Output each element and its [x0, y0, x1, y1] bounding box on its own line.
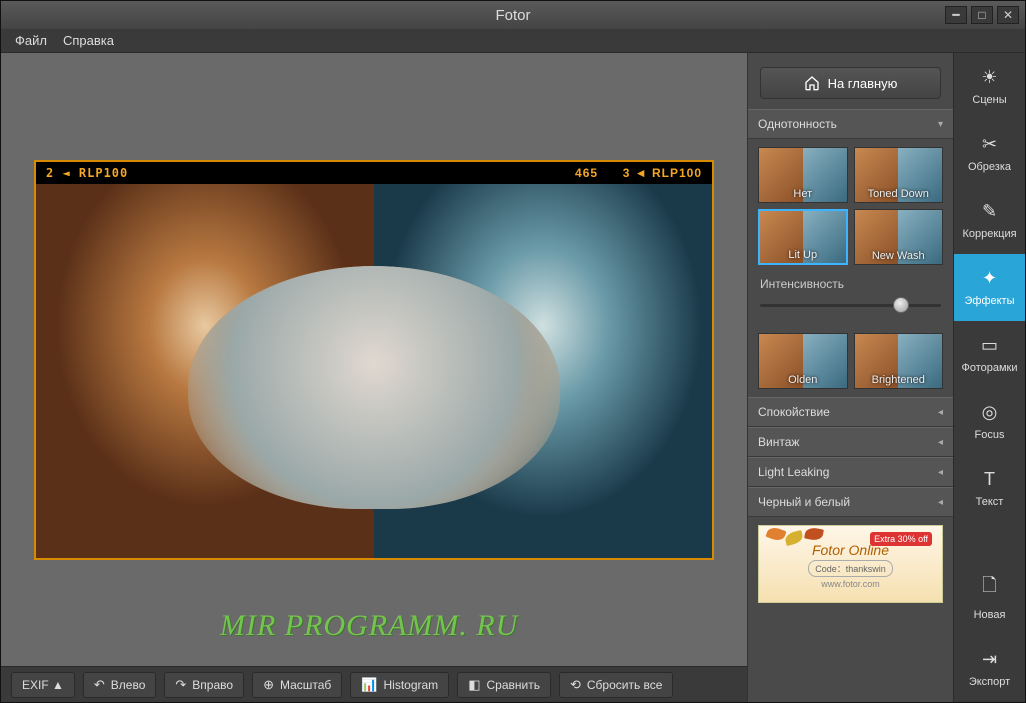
reset-icon: ⟲ — [570, 677, 581, 693]
section-calm[interactable]: Спокойствие◂ — [748, 397, 953, 427]
sparkle-icon: ✦ — [982, 268, 997, 289]
side-rail: ☀Сцены ✂Обрезка ✎Коррекция ✦Эффекты ▭Фот… — [953, 53, 1025, 702]
leaf-icon — [804, 527, 824, 542]
rail-frames[interactable]: ▭Фоторамки — [954, 321, 1025, 388]
zoom-button[interactable]: ⊕Масштаб — [252, 672, 342, 698]
histogram-button[interactable]: 📊Histogram — [350, 672, 449, 698]
close-button[interactable]: ✕ — [997, 6, 1019, 24]
document-icon: 🗋 — [982, 573, 996, 603]
bottom-toolbar: EXIF ▲ ↶Влево ↷Вправо ⊕Масштаб 📊Histogra… — [1, 666, 747, 702]
rail-export[interactable]: ⇥Экспорт — [954, 635, 1025, 702]
rotate-left-icon: ↶ — [94, 677, 105, 693]
exif-button[interactable]: EXIF ▲ — [11, 672, 75, 698]
crop-icon: ✂ — [982, 134, 997, 155]
sun-icon: ☀ — [981, 67, 997, 88]
rail-new[interactable]: 🗋Новая — [954, 559, 1025, 635]
rotate-right-button[interactable]: ↷Вправо — [164, 672, 244, 698]
rail-scenes[interactable]: ☀Сцены — [954, 53, 1025, 120]
rotate-right-icon: ↷ — [175, 677, 186, 693]
film-marker-right: 465 3 ◄ RLP100 — [575, 166, 702, 180]
slider-thumb[interactable] — [893, 297, 909, 313]
promo-url: www.fotor.com — [759, 579, 942, 589]
canvas-view: 2 ◄ RLP100 465 3 ◄ RLP100 — [1, 53, 747, 666]
photo-frame[interactable]: 2 ◄ RLP100 465 3 ◄ RLP100 — [34, 160, 714, 560]
section-bw[interactable]: Черный и белый◂ — [748, 487, 953, 517]
chevron-down-icon: ▾ — [938, 119, 943, 130]
reset-button[interactable]: ⟲Сбросить все — [559, 672, 674, 698]
section-monotone[interactable]: Однотонность▾ — [748, 109, 953, 139]
effect-thumb-toned-down[interactable]: Toned Down — [854, 147, 944, 203]
rail-correction[interactable]: ✎Коррекция — [954, 187, 1025, 254]
intensity-slider[interactable] — [760, 297, 941, 313]
rotate-left-button[interactable]: ↶Влево — [83, 672, 157, 698]
effect-thumb-lit-up[interactable]: Lit Up — [758, 209, 848, 265]
section-vintage[interactable]: Винтаж◂ — [748, 427, 953, 457]
titlebar: Fotor ━ □ ✕ — [1, 1, 1025, 29]
chevron-left-icon: ◂ — [938, 437, 943, 448]
effect-thumb-brightened[interactable]: Brightened — [854, 333, 944, 389]
promo-banner[interactable]: Extra 30% off Fotor Online Code：thankswi… — [758, 525, 943, 603]
menubar: Файл Справка — [1, 29, 1025, 53]
window-title: Fotor — [495, 7, 530, 24]
section-light-leaking[interactable]: Light Leaking◂ — [748, 457, 953, 487]
pencil-icon: ✎ — [982, 201, 997, 222]
compare-button[interactable]: ◧Сравнить — [457, 672, 551, 698]
home-button[interactable]: На главную — [760, 67, 941, 99]
text-icon: T — [984, 469, 995, 490]
home-icon — [804, 75, 820, 91]
effect-thumb-olden[interactable]: Olden — [758, 333, 848, 389]
chevron-left-icon: ◂ — [938, 497, 943, 508]
export-icon: ⇥ — [982, 649, 997, 670]
maximize-button[interactable]: □ — [971, 6, 993, 24]
intensity-label: Интенсивность — [748, 273, 953, 291]
rail-effects[interactable]: ✦Эффекты — [954, 254, 1025, 321]
leaf-icon — [765, 525, 786, 542]
zoom-icon: ⊕ — [263, 677, 274, 693]
film-marker-left: 2 ◄ RLP100 — [46, 166, 128, 180]
rail-text[interactable]: TТекст — [954, 455, 1025, 522]
compare-icon: ◧ — [468, 677, 480, 693]
frame-icon: ▭ — [981, 335, 998, 356]
target-icon: ◎ — [982, 402, 998, 423]
menu-file[interactable]: Файл — [15, 33, 47, 48]
rail-focus[interactable]: ◎Focus — [954, 388, 1025, 455]
histogram-icon: 📊 — [361, 677, 377, 693]
chevron-left-icon: ◂ — [938, 407, 943, 418]
promo-badge: Extra 30% off — [870, 532, 932, 546]
photo-after — [374, 184, 712, 558]
effect-thumb-none[interactable]: Нет — [758, 147, 848, 203]
promo-code: Code：thankswin — [808, 560, 893, 577]
chevron-left-icon: ◂ — [938, 467, 943, 478]
minimize-button[interactable]: ━ — [945, 6, 967, 24]
rail-crop[interactable]: ✂Обрезка — [954, 120, 1025, 187]
effects-panel: На главную Однотонность▾ Нет Toned Down … — [747, 53, 953, 702]
effect-thumb-new-wash[interactable]: New Wash — [854, 209, 944, 265]
menu-help[interactable]: Справка — [63, 33, 114, 48]
